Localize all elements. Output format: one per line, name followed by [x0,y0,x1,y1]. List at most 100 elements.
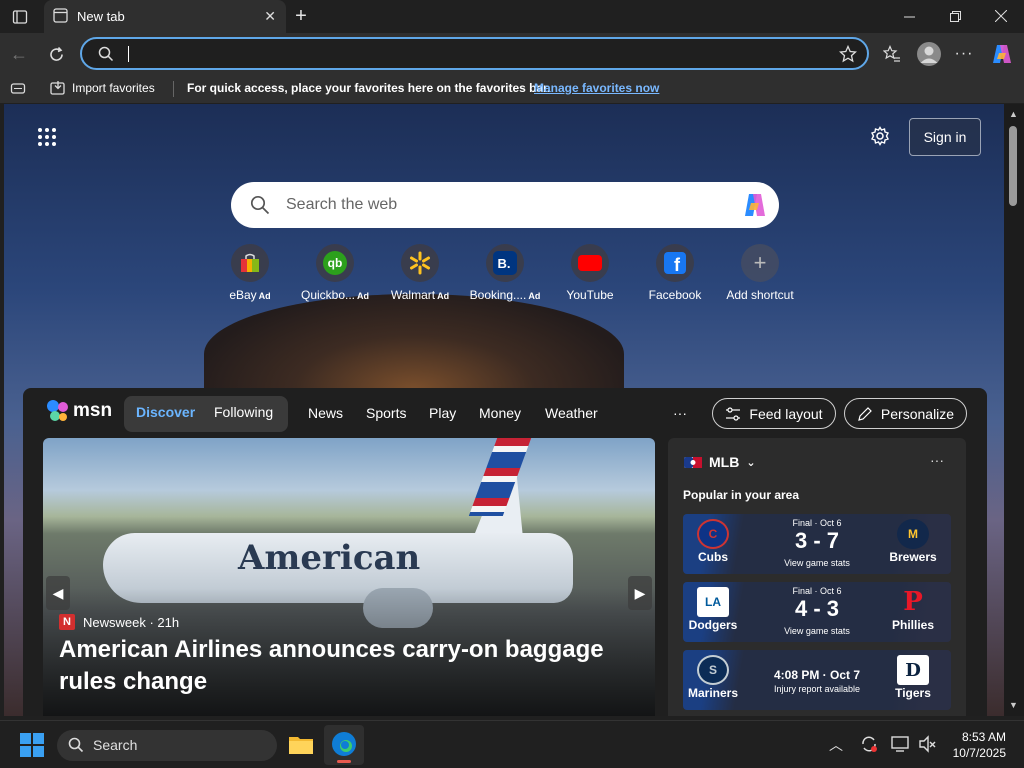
feed-layout-label: Feed layout [749,405,823,422]
newsweek-logo-icon: N [59,614,75,630]
game-status: Final · Oct 6 [792,586,842,596]
shortcut-booking[interactable]: B. Booking.... Ad [462,244,548,302]
away-team: Tigers [895,686,931,700]
tab-new-tab[interactable]: New tab ✕ [44,0,286,33]
edge-taskbar-icon[interactable] [324,725,364,765]
nav-weather[interactable]: Weather [545,405,598,421]
profile-avatar[interactable] [917,42,941,66]
clock-time: 8:53 AM [961,730,1006,744]
tab-discover[interactable]: Discover [136,404,195,420]
display-icon[interactable] [891,735,909,758]
phillies-logo-icon: P [903,587,923,617]
feed-more-icon[interactable]: ··· [673,405,687,421]
clock-date: 10/7/2025 [952,746,1006,760]
dodgers-logo-icon: LA [697,587,729,617]
import-favorites-link[interactable]: Import favorites [72,81,155,95]
game-time: 4:08 PM · Oct 7 [773,668,861,682]
carousel-next-icon[interactable]: ▶ [628,576,652,610]
favorites-hint: For quick access, place your favorites h… [187,81,551,95]
quickbooks-icon: qb [316,244,354,282]
new-tab-button[interactable]: + [290,5,312,27]
scroll-up-icon[interactable]: ▲ [1009,109,1018,119]
nav-news[interactable]: News [308,405,343,421]
shortcut-ebay[interactable]: eBay Ad [207,244,293,302]
restore-button[interactable] [943,5,967,27]
shortcut-walmart[interactable]: Walmart Ad [377,244,463,302]
brewers-logo-icon: M [897,519,929,549]
settings-gear-icon[interactable] [870,126,892,148]
mlb-header[interactable]: MLB ⌄ [684,454,756,470]
favorites-bar: Import favorites For quick access, place… [0,75,1024,103]
game-row[interactable]: S Mariners 4:08 PM · Oct 7 Injury report… [683,650,951,710]
mlb-scores-card: MLB ⌄ ··· Popular in your area C Cubs Fi… [668,438,966,716]
shortcut-youtube[interactable]: YouTube [547,244,633,302]
tab-following[interactable]: Following [214,404,273,420]
cubs-logo-icon: C [697,519,729,549]
close-window-button[interactable] [989,5,1013,27]
nav-play[interactable]: Play [429,405,456,421]
mlb-subtitle: Popular in your area [683,488,800,502]
feed-layout-button[interactable]: Feed layout [712,398,836,429]
nav-sports[interactable]: Sports [366,405,406,421]
new-tab-page: Sign in Search the web eBay Ad qb Quickbo… [4,104,1004,716]
app-launcher-icon[interactable] [37,127,59,149]
shortcut-label: Add shortcut [726,288,794,302]
browser-toolbar: ← ··· [0,33,1024,75]
plus-icon: + [741,244,779,282]
back-button[interactable]: ← [8,43,30,65]
windows-start-icon[interactable] [20,733,44,762]
scrollbar-thumb[interactable] [1009,126,1017,206]
page-scrollbar[interactable]: ▲ ▼ [1004,104,1024,716]
minimize-button[interactable] [897,5,921,27]
shortcut-label: Facebook [648,288,702,302]
home-team: Dodgers [688,618,738,632]
msn-feed: msn Discover Following News Sports Play … [23,388,987,716]
copilot-icon[interactable] [989,41,1015,67]
ad-badge: Ad [437,291,450,301]
tab-actions-icon[interactable] [10,7,30,27]
game-row[interactable]: LA Dodgers Final · Oct 6 4 - 3 View game… [683,582,951,642]
refresh-button[interactable] [45,43,67,65]
personalize-button[interactable]: Personalize [844,398,967,429]
close-tab-icon[interactable]: ✕ [264,8,276,25]
svg-text:B.: B. [498,256,511,271]
file-explorer-icon[interactable] [288,732,314,761]
msn-butterfly-icon [47,400,68,421]
sync-icon[interactable] [860,735,878,758]
more-options-icon[interactable]: ··· [953,43,975,65]
import-icon[interactable] [50,80,67,99]
favorites-divider [173,81,174,97]
taskbar-search[interactable]: Search [57,730,277,761]
msn-logo[interactable]: msn [45,400,112,422]
shortcut-add[interactable]: + Add shortcut [717,244,803,302]
carousel-prev-icon[interactable]: ◀ [46,576,70,610]
hero-story-card[interactable]: American ◀ ▶ N Newsweek · 21h American A… [43,438,655,716]
system-clock[interactable]: 8:53 AM 10/7/2025 [953,729,1006,761]
copilot-search-icon[interactable] [741,192,769,223]
msn-brand: msn [73,400,113,421]
sparkle-pencil-icon [858,406,872,421]
favorites-icon[interactable] [881,43,903,65]
reading-icon[interactable] [10,81,26,100]
shortcut-label: Booking.... [469,288,527,302]
scroll-down-icon[interactable]: ▼ [1009,700,1018,710]
mlb-more-icon[interactable]: ··· [930,452,944,468]
shortcut-label: eBay [229,288,257,302]
web-search-box[interactable]: Search the web [231,182,779,228]
shortcut-facebook[interactable]: f Facebook [632,244,718,302]
volume-muted-icon[interactable] [918,735,936,758]
game-score: 4 - 3 [794,596,840,621]
nav-money[interactable]: Money [479,405,521,421]
story-headline[interactable]: American Airlines announces carry-on bag… [59,634,649,698]
manage-favorites-link[interactable]: Manage favorites now [534,81,659,95]
search-icon [250,195,270,220]
booking-icon: B. [486,244,524,282]
address-bar[interactable] [80,37,869,70]
shortcut-quickbooks[interactable]: qb Quickbo... Ad [292,244,378,302]
game-substatus: View game stats [784,626,850,636]
game-row[interactable]: C Cubs Final · Oct 6 3 - 7 View game sta… [683,514,951,574]
chevron-up-icon[interactable]: ︿ [829,735,843,755]
tigers-logo-icon: D [897,655,929,685]
favorite-star-icon[interactable] [838,44,858,68]
sign-in-button[interactable]: Sign in [909,118,981,156]
